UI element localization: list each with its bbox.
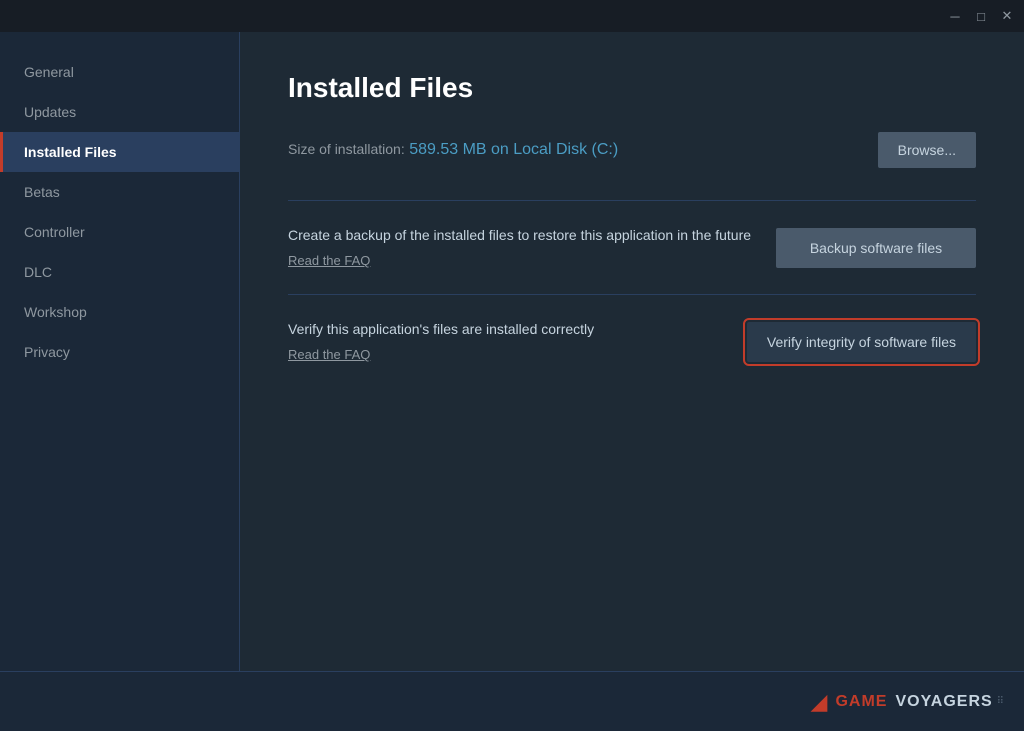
app-container: GeneralUpdatesInstalled FilesBetasContro… — [0, 32, 1024, 671]
logo-voyagers-text: VOYAGERS — [895, 693, 992, 711]
sidebar-item-betas[interactable]: Betas — [0, 172, 239, 212]
section-desc-verify: Verify this application's files are inst… — [288, 319, 723, 340]
dots-decoration: ⠿ — [997, 696, 1004, 707]
sidebar: GeneralUpdatesInstalled FilesBetasContro… — [0, 32, 240, 671]
section-link-backup[interactable]: Read the FAQ — [288, 253, 370, 268]
verify-button[interactable]: Verify integrity of software files — [747, 322, 976, 362]
logo-game-text: GAME — [835, 693, 887, 711]
logo-icon: ◢ — [811, 689, 828, 715]
close-button[interactable]: ✕ — [998, 7, 1016, 25]
section-desc-backup: Create a backup of the installed files t… — [288, 225, 752, 246]
main-content: Installed Files Size of installation: 58… — [240, 32, 1024, 671]
sidebar-item-installed-files[interactable]: Installed Files — [0, 132, 239, 172]
section-left-verify: Verify this application's files are inst… — [288, 319, 723, 364]
sidebar-item-updates[interactable]: Updates — [0, 92, 239, 132]
window-controls: ─ □ ✕ — [946, 7, 1016, 25]
install-size-value: 589.53 MB on Local Disk (C:) — [409, 141, 618, 158]
bottom-bar: ◢ GAME VOYAGERS ⠿ — [0, 671, 1024, 731]
section-link-verify[interactable]: Read the FAQ — [288, 347, 370, 362]
install-size-row: Size of installation: 589.53 MB on Local… — [288, 132, 976, 168]
section-backup: Create a backup of the installed files t… — [288, 200, 976, 294]
browse-button[interactable]: Browse... — [878, 132, 976, 168]
install-size-label: Size of installation: — [288, 141, 405, 157]
sidebar-item-dlc[interactable]: DLC — [0, 252, 239, 292]
sections-container: Create a backup of the installed files t… — [288, 200, 976, 388]
page-title: Installed Files — [288, 72, 976, 104]
install-size-info: Size of installation: 589.53 MB on Local… — [288, 141, 618, 159]
section-left-backup: Create a backup of the installed files t… — [288, 225, 752, 270]
sidebar-item-controller[interactable]: Controller — [0, 212, 239, 252]
title-bar: ─ □ ✕ — [0, 0, 1024, 32]
section-verify: Verify this application's files are inst… — [288, 294, 976, 388]
minimize-button[interactable]: ─ — [946, 7, 964, 25]
logo: ◢ GAME VOYAGERS — [811, 689, 993, 715]
backup-button[interactable]: Backup software files — [776, 228, 976, 268]
sidebar-item-privacy[interactable]: Privacy — [0, 332, 239, 372]
sidebar-item-workshop[interactable]: Workshop — [0, 292, 239, 332]
sidebar-item-general[interactable]: General — [0, 52, 239, 92]
maximize-button[interactable]: □ — [972, 7, 990, 25]
